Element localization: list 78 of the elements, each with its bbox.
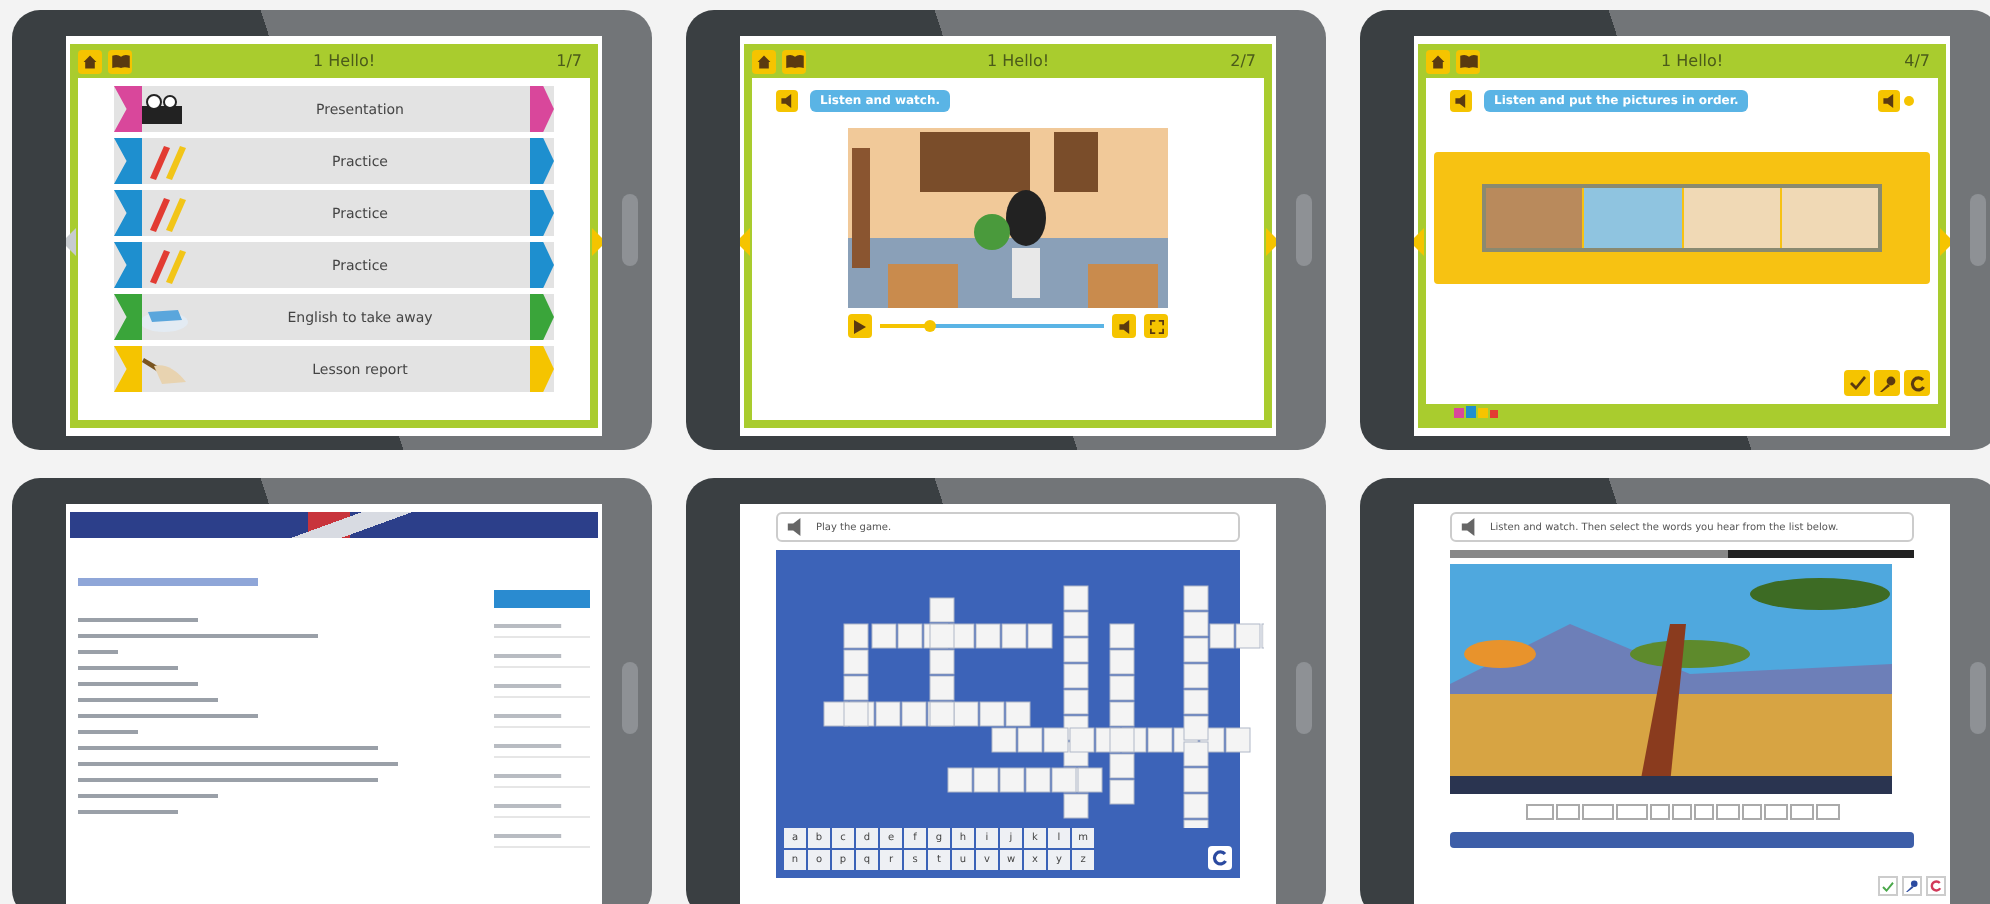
key-button[interactable] [1874, 370, 1900, 396]
arrow-tab [530, 86, 554, 132]
check-button[interactable] [1878, 876, 1898, 896]
text-line-placeholder [78, 730, 138, 734]
reset-button[interactable] [1904, 370, 1930, 396]
play-button[interactable] [848, 314, 872, 338]
book-icon [1459, 54, 1477, 68]
speaker-button[interactable] [776, 90, 798, 112]
book-button[interactable] [108, 49, 132, 73]
word-option[interactable] [1789, 804, 1813, 820]
text-line-placeholder [78, 666, 178, 670]
check-icon [1882, 881, 1894, 891]
home-icon [756, 53, 772, 69]
text-line-placeholder [78, 698, 218, 702]
home-icon [1430, 53, 1446, 69]
word-option[interactable] [1615, 804, 1647, 820]
sidebar-header [494, 590, 590, 608]
play-icon [854, 319, 866, 333]
speaker-icon[interactable] [1460, 518, 1478, 536]
writing-hand-icon [138, 353, 190, 385]
book-button[interactable] [782, 49, 806, 73]
next-arrow-icon[interactable] [1940, 228, 1950, 257]
speaker-icon [780, 94, 794, 108]
previous-arrow-icon[interactable] [740, 228, 750, 257]
key-icon [1906, 880, 1918, 892]
reset-icon [1930, 880, 1942, 892]
home-button[interactable] [752, 49, 776, 73]
page-counter: 1/7 [556, 52, 582, 70]
arrow-tab [530, 294, 554, 340]
lesson-title: 1 Hello! [311, 52, 378, 70]
page-counter: 4/7 [1904, 52, 1930, 70]
speaker-icon [1882, 94, 1896, 108]
home-button[interactable] [78, 49, 102, 73]
next-arrow-icon[interactable] [1266, 228, 1276, 257]
reset-icon [1212, 850, 1228, 866]
home-button[interactable] [1426, 49, 1450, 73]
fullscreen-button[interactable] [1144, 314, 1168, 338]
previous-arrow-icon[interactable] [1414, 228, 1424, 257]
arrow-tab [530, 138, 554, 184]
home-icon [82, 53, 98, 69]
key-button[interactable] [1902, 876, 1922, 896]
word-option[interactable] [1555, 804, 1579, 820]
page-counter: 2/7 [1230, 52, 1256, 70]
word-option[interactable] [1741, 804, 1761, 820]
speaker-icon [1454, 94, 1468, 108]
word-option[interactable] [1763, 804, 1787, 820]
lesson-title: 1 Hello! [1659, 52, 1726, 70]
speaker-button[interactable] [1878, 90, 1900, 112]
text-line-placeholder [78, 650, 118, 654]
book-icon [785, 54, 803, 68]
logo-drawing [1454, 405, 1498, 419]
book-button[interactable] [1456, 49, 1480, 73]
reset-button[interactable] [1926, 876, 1946, 896]
text-line-placeholder [78, 794, 218, 798]
word-option[interactable] [1581, 804, 1613, 820]
speaker-icon[interactable] [786, 518, 804, 536]
book-icon [111, 54, 129, 68]
arrow-tab [530, 346, 554, 392]
arrow-tab [530, 242, 554, 288]
check-button[interactable] [1844, 370, 1870, 396]
volume-button[interactable] [1112, 314, 1136, 338]
status-dot [1904, 96, 1914, 106]
speaker-button[interactable] [1450, 90, 1472, 112]
text-line-placeholder [78, 810, 178, 814]
next-arrow-icon[interactable] [592, 228, 602, 257]
key-icon [1879, 375, 1895, 391]
word-option[interactable] [1525, 804, 1553, 820]
fullscreen-icon [1149, 319, 1163, 333]
reset-button[interactable] [1208, 846, 1232, 870]
word-option[interactable] [1715, 804, 1739, 820]
speaker-icon [1117, 319, 1131, 333]
text-line-placeholder [78, 682, 198, 686]
check-icon [1849, 376, 1865, 390]
reset-icon [1909, 375, 1925, 391]
arrow-tab [530, 190, 554, 236]
word-option[interactable] [1815, 804, 1839, 820]
text-line-placeholder [78, 618, 198, 622]
lesson-title: 1 Hello! [985, 52, 1052, 70]
